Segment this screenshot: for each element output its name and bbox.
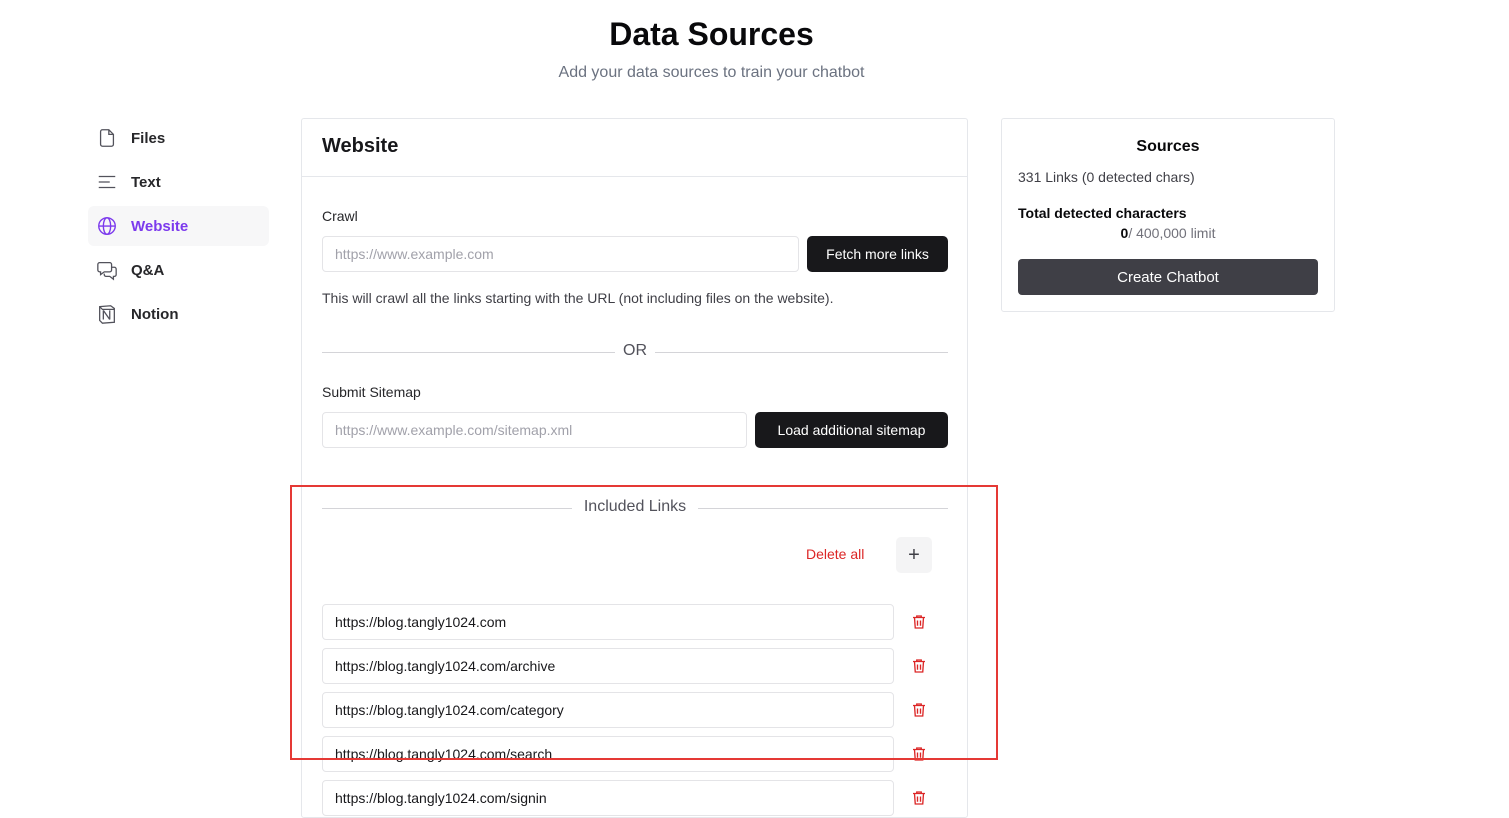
link-input[interactable] [322, 648, 894, 684]
link-row [322, 780, 948, 816]
trash-icon[interactable] [910, 745, 928, 763]
delete-all-button[interactable]: Delete all [806, 546, 864, 562]
crawl-url-input[interactable] [322, 236, 799, 272]
sidebar-item-qa[interactable]: Q&A [88, 250, 269, 290]
load-additional-sitemap-button[interactable]: Load additional sitemap [755, 412, 948, 448]
link-row [322, 648, 948, 684]
sidebar-item-label: Notion [131, 305, 179, 323]
character-limit: 0/ 400,000 limit [1002, 225, 1334, 241]
trash-icon[interactable] [910, 789, 928, 807]
chat-bubbles-icon [96, 259, 118, 281]
page-subtitle: Add your data sources to train your chat… [558, 64, 865, 81]
link-input[interactable] [322, 692, 894, 728]
card-header-divider [302, 176, 967, 177]
sidebar: Files Text Website Q&A Notion [88, 118, 269, 338]
divider-line [698, 508, 948, 509]
link-input[interactable] [322, 736, 894, 772]
notion-icon [96, 303, 118, 325]
or-text: OR [623, 342, 647, 359]
divider-line [655, 352, 948, 353]
text-lines-icon [96, 171, 118, 193]
sidebar-item-label: Website [131, 217, 189, 235]
card-title: Website [322, 135, 399, 157]
sidebar-item-label: Text [131, 173, 161, 191]
add-link-button[interactable]: + [896, 537, 932, 573]
sidebar-item-text[interactable]: Text [88, 162, 269, 202]
trash-icon[interactable] [910, 613, 928, 631]
sources-title: Sources [1136, 138, 1200, 155]
sidebar-item-website[interactable]: Website [88, 206, 269, 246]
limit-text: / 400,000 limit [1128, 225, 1216, 241]
link-row [322, 692, 948, 728]
sidebar-item-label: Q&A [131, 261, 165, 279]
globe-icon [96, 215, 118, 237]
sidebar-item-files[interactable]: Files [88, 118, 269, 158]
included-links-title: Included Links [583, 498, 687, 515]
trash-icon[interactable] [910, 657, 928, 675]
fetch-more-links-button[interactable]: Fetch more links [807, 236, 948, 272]
links-summary: 331 Links (0 detected chars) [1018, 169, 1195, 185]
total-characters-label: Total detected characters [1018, 205, 1187, 221]
website-card: Website Crawl Fetch more links This will… [301, 118, 968, 818]
sidebar-item-label: Files [131, 129, 166, 147]
crawl-hint: This will crawl all the links starting w… [322, 290, 834, 306]
link-row [322, 604, 948, 640]
sidebar-item-notion[interactable]: Notion [88, 294, 269, 334]
sitemap-label: Submit Sitemap [322, 384, 421, 400]
create-chatbot-button[interactable]: Create Chatbot [1018, 259, 1318, 295]
link-input[interactable] [322, 780, 894, 816]
file-icon [96, 127, 118, 149]
plus-icon: + [908, 543, 920, 566]
trash-icon[interactable] [910, 701, 928, 719]
page-title: Data Sources [609, 16, 814, 52]
sources-panel: Sources 331 Links (0 detected chars) Tot… [1001, 118, 1335, 312]
or-divider: OR [322, 342, 948, 362]
link-input[interactable] [322, 604, 894, 640]
sitemap-url-input[interactable] [322, 412, 747, 448]
included-links-divider: Included Links [322, 498, 948, 518]
crawl-label: Crawl [322, 208, 358, 224]
link-row [322, 736, 948, 772]
